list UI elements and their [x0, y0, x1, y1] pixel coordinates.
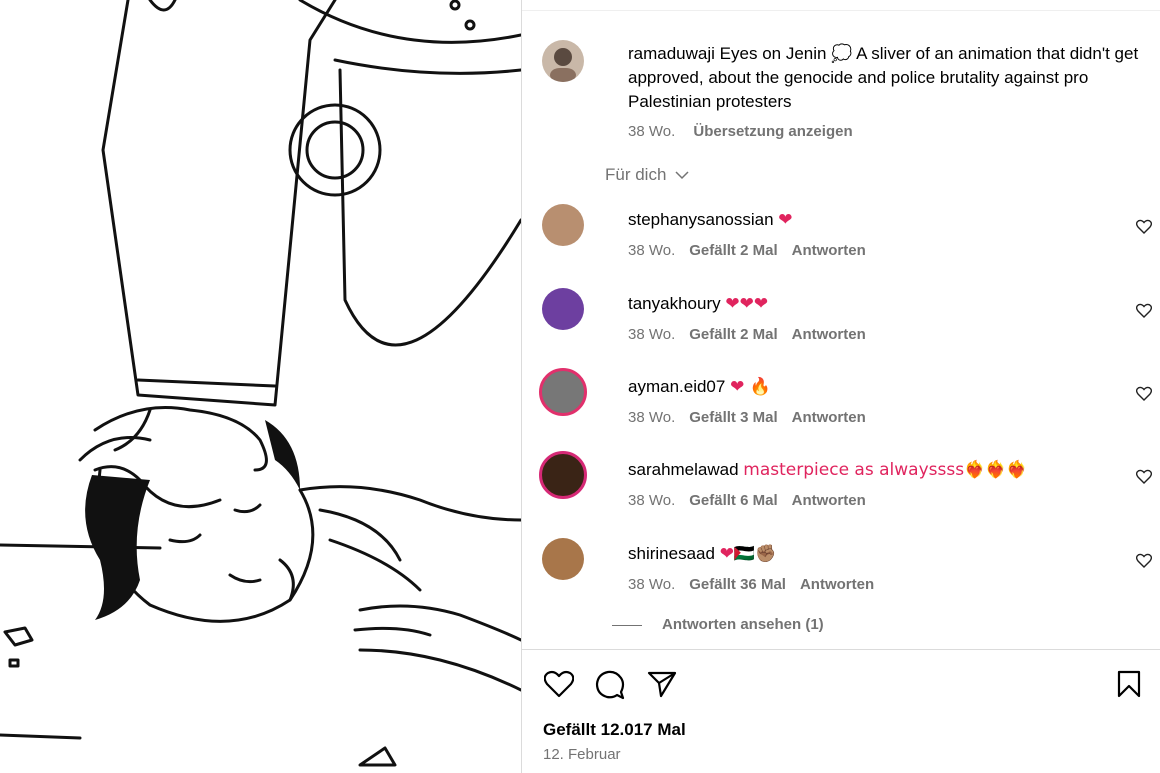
comment-text: ❤ 🔥 [730, 377, 771, 397]
comment-likes[interactable]: Gefällt 3 Mal [689, 409, 777, 426]
view-replies-button[interactable]: Antworten ansehen (1) [612, 616, 824, 633]
comment-text: ❤ [778, 210, 793, 230]
divider [522, 10, 1160, 11]
comment-time[interactable]: 38 Wo. [628, 576, 675, 593]
heart-icon[interactable] [1136, 469, 1152, 484]
comment-avatar[interactable] [542, 538, 584, 580]
comment-time[interactable]: 38 Wo. [628, 326, 675, 343]
comment-item: ayman.eid07 ❤ 🔥 38 Wo. Gefällt 3 Mal Antwo… [539, 368, 1152, 431]
bookmark-icon[interactable] [1117, 670, 1141, 698]
comment-username[interactable]: shirinesaad [628, 544, 715, 563]
author-avatar[interactable] [542, 40, 584, 82]
comment-username[interactable]: sarahmelawad [628, 460, 739, 479]
reply-button[interactable]: Antworten [800, 576, 874, 593]
reply-button[interactable]: Antworten [792, 326, 866, 343]
comment-likes[interactable]: Gefällt 2 Mal [689, 242, 777, 259]
heart-icon[interactable] [1136, 219, 1152, 234]
chevron-down-icon [675, 171, 689, 180]
comment-icon[interactable] [595, 670, 625, 700]
heart-icon[interactable] [1136, 303, 1152, 318]
heart-icon[interactable] [544, 670, 574, 698]
reply-button[interactable]: Antworten [792, 409, 866, 426]
view-replies-label: Antworten ansehen (1) [662, 616, 824, 633]
comment-time[interactable]: 38 Wo. [628, 409, 675, 426]
heart-icon[interactable] [1136, 386, 1152, 401]
post-media[interactable] [0, 0, 521, 773]
comment-time[interactable]: 38 Wo. [628, 492, 675, 509]
comment-item: stephanysanossian ❤ 38 Wo. Gefällt 2 Mal A… [542, 204, 1152, 264]
comment-likes[interactable]: Gefällt 2 Mal [689, 326, 777, 343]
share-icon[interactable] [647, 670, 677, 698]
comment-username[interactable]: stephanysanossian [628, 210, 774, 229]
comment-likes[interactable]: Gefällt 36 Mal [689, 576, 786, 593]
comment-avatar[interactable] [542, 204, 584, 246]
comment-text: ❤🇵🇸✊🏽 [719, 544, 777, 564]
comment-text: masterpiece as alwayssss❤‍🔥❤‍🔥❤‍🔥 [743, 460, 1028, 480]
author-username[interactable]: ramaduwaji [628, 44, 715, 63]
translate-link[interactable]: Übersetzung anzeigen [693, 123, 852, 140]
comment-sort-dropdown[interactable]: Für dich [605, 165, 689, 185]
avatar-image [550, 48, 576, 82]
comment-avatar-story[interactable] [539, 451, 587, 499]
comment-item: sarahmelawad masterpiece as alwayssss❤‍🔥… [539, 451, 1152, 514]
caption-time[interactable]: 38 Wo. [628, 123, 675, 140]
reply-button[interactable]: Antworten [792, 492, 866, 509]
comment-text: ❤❤❤ [725, 294, 769, 314]
comment-username[interactable]: tanyakhoury [628, 294, 721, 313]
comment-username[interactable]: ayman.eid07 [628, 377, 725, 396]
post-illustration [0, 0, 521, 767]
comment-likes[interactable]: Gefällt 6 Mal [689, 492, 777, 509]
reply-button[interactable]: Antworten [792, 242, 866, 259]
divider [522, 649, 1160, 650]
replies-dash [612, 624, 642, 626]
comments-panel: ramaduwaji Eyes on Jenin 💭 A sliver of a… [521, 0, 1160, 773]
comment-avatar[interactable] [542, 288, 584, 330]
comment-avatar-story[interactable] [539, 368, 587, 416]
likes-count[interactable]: Gefällt 12.017 Mal [543, 720, 686, 740]
comment-time[interactable]: 38 Wo. [628, 242, 675, 259]
sort-label: Für dich [605, 165, 667, 184]
comment-item: tanyakhoury ❤❤❤ 38 Wo. Gefällt 2 Mal Antwo… [542, 288, 1152, 348]
post-date[interactable]: 12. Februar [543, 746, 621, 763]
heart-icon[interactable] [1136, 553, 1152, 568]
comment-item: shirinesaad ❤🇵🇸✊🏽 38 Wo. Gefällt 36 Mal An… [542, 538, 1152, 598]
